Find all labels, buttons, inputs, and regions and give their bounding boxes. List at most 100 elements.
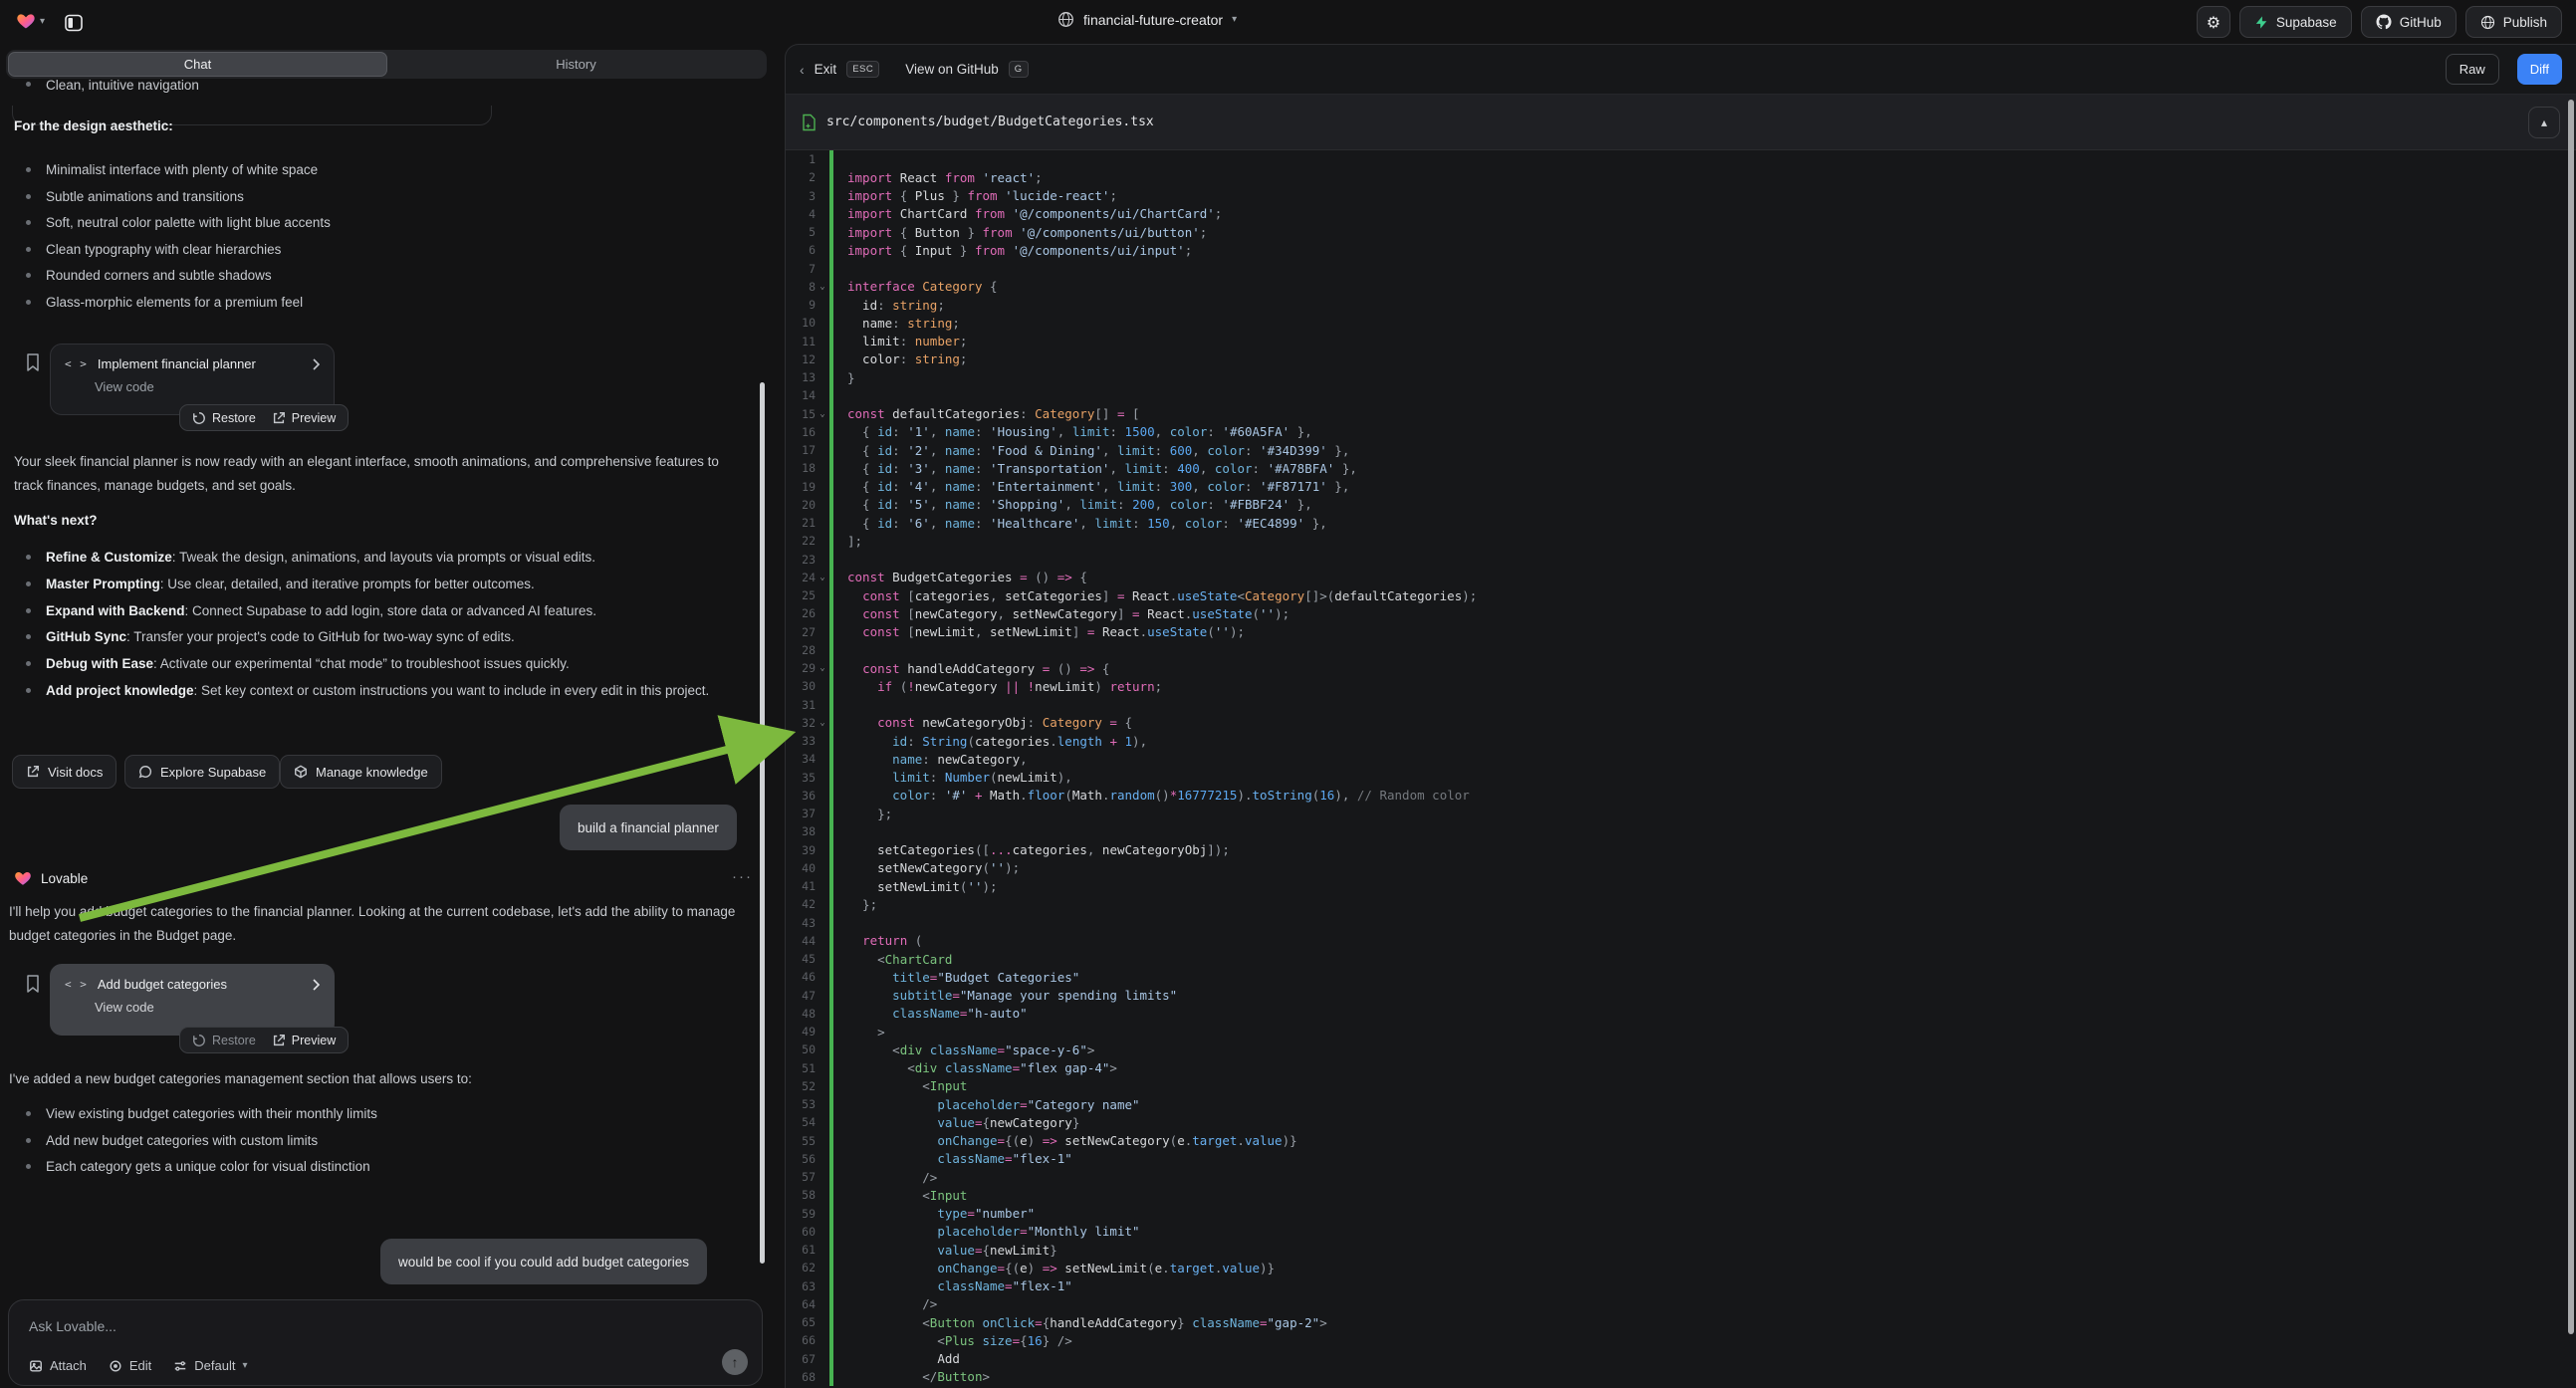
bookmark-icon[interactable]: [25, 352, 41, 372]
code-line: 46 title="Budget Categories": [786, 968, 2576, 986]
panel-icon: [64, 13, 84, 33]
code-line: 24⌄const BudgetCategories = () => {: [786, 569, 2576, 586]
manage-knowledge-button[interactable]: Manage knowledge: [280, 755, 442, 789]
list-item: Add new budget categories with custom li…: [14, 1128, 751, 1155]
assistant-intro-paragraph: I'll help you add budget categories to t…: [9, 900, 751, 948]
code-text: import React from 'react';: [833, 170, 1043, 185]
code-text: setNewCategory('');: [833, 860, 1020, 875]
code-scrollbar[interactable]: [2568, 100, 2574, 1334]
settings-button[interactable]: ⚙: [2197, 6, 2230, 38]
code-line: 45 <ChartCard: [786, 950, 2576, 968]
bookmark-icon[interactable]: [25, 974, 41, 994]
fold-chevron-icon[interactable]: ⌄: [816, 409, 829, 419]
line-number: 1: [786, 152, 816, 166]
explore-supabase-button[interactable]: Explore Supabase: [124, 755, 280, 789]
lovable-logo-menu[interactable]: ▾: [16, 11, 45, 31]
line-number: 4: [786, 207, 816, 221]
code-line: 38: [786, 822, 2576, 840]
fold-chevron-icon[interactable]: ⌄: [816, 663, 829, 673]
list-item: Debug with Ease: Activate our experiment…: [14, 651, 756, 678]
code-line: 27 const [newLimit, setNewLimit] = React…: [786, 623, 2576, 641]
line-number: 62: [786, 1261, 816, 1274]
code-text: limit: Number(newLimit),: [833, 770, 1072, 785]
package-icon: [294, 765, 308, 779]
list-item: GitHub Sync: Transfer your project's cod…: [14, 624, 756, 651]
assistant-name: Lovable: [41, 871, 88, 886]
app-window: ▾ financial-future-creator ▾ ⚙: [0, 0, 2576, 1388]
github-button[interactable]: GitHub: [2361, 6, 2457, 38]
added-summary: I've added a new budget categories manag…: [9, 1067, 751, 1091]
preview-button[interactable]: Preview: [272, 1034, 336, 1047]
attach-button[interactable]: Attach: [29, 1358, 87, 1373]
restore-button[interactable]: Restore: [192, 1034, 256, 1047]
line-number: 53: [786, 1097, 816, 1111]
message-menu-button[interactable]: ···: [732, 868, 753, 885]
chevron-up-icon: ▴: [2541, 116, 2547, 129]
code-line: 64 />: [786, 1295, 2576, 1313]
code-line: 22];: [786, 532, 2576, 550]
line-number: 32: [786, 716, 816, 730]
toggle-sidebar-button[interactable]: [59, 8, 89, 38]
project-switcher[interactable]: financial-future-creator ▾: [1057, 11, 1237, 28]
diff-added-gutter: [829, 551, 833, 569]
code-text: className="flex-1": [833, 1151, 1072, 1166]
chat-scrollbar[interactable]: [760, 382, 765, 1264]
code-text: />: [833, 1170, 937, 1185]
version-card-add-budget-categories[interactable]: < > Add budget categories View code: [50, 964, 335, 1036]
code-line: 3import { Plus } from 'lucide-react';: [786, 187, 2576, 205]
code-text: subtitle="Manage your spending limits": [833, 988, 1177, 1003]
collapse-file-button[interactable]: ▴: [2528, 107, 2560, 138]
code-text: ];: [833, 534, 862, 549]
line-number: 25: [786, 588, 816, 602]
visit-docs-button[interactable]: Visit docs: [12, 755, 117, 789]
send-button[interactable]: ↑: [722, 1349, 748, 1375]
view-code-link[interactable]: View code: [95, 1000, 320, 1015]
diff-added-gutter: [829, 822, 833, 840]
edit-button[interactable]: Edit: [109, 1358, 151, 1373]
supabase-button[interactable]: Supabase: [2239, 6, 2352, 38]
globe-icon: [1057, 11, 1074, 28]
code-line: 55 onChange={(e) => setNewCategory(e.tar…: [786, 1132, 2576, 1150]
code-text: import { Input } from '@/components/ui/i…: [833, 243, 1192, 258]
code-text: <div className="flex gap-4">: [833, 1060, 1117, 1075]
line-number: 17: [786, 443, 816, 457]
line-number: 14: [786, 388, 816, 402]
diff-toggle-button[interactable]: Diff: [2517, 54, 2562, 85]
code-text: className="h-auto": [833, 1006, 1028, 1021]
code-line: 10 name: string;: [786, 314, 2576, 332]
code-line: 35 limit: Number(newLimit),: [786, 769, 2576, 787]
line-number: 11: [786, 335, 816, 348]
diff-added-gutter: [829, 641, 833, 659]
code-line: 66 <Plus size={16} />: [786, 1331, 2576, 1349]
exit-button[interactable]: Exit: [815, 62, 837, 77]
code-line: 57 />: [786, 1168, 2576, 1186]
code-text: const handleAddCategory = () => {: [833, 661, 1109, 676]
chat-input-box[interactable]: Ask Lovable... Attach Edit Default ▾ ↑: [8, 1299, 763, 1386]
fold-chevron-icon[interactable]: ⌄: [816, 573, 829, 582]
publish-button[interactable]: Publish: [2465, 6, 2562, 38]
list-item: Refine & Customize: Tweak the design, an…: [14, 545, 756, 572]
preview-button[interactable]: Preview: [272, 411, 336, 425]
line-number: 33: [786, 734, 816, 748]
code-text: <Button onClick={handleAddCategory} clas…: [833, 1315, 1327, 1330]
fold-chevron-icon[interactable]: ⌄: [816, 282, 829, 292]
restore-button[interactable]: Restore: [192, 411, 256, 425]
code-line: 33 id: String(categories.length + 1),: [786, 732, 2576, 750]
line-number: 63: [786, 1279, 816, 1293]
fold-chevron-icon[interactable]: ⌄: [816, 718, 829, 728]
line-number: 59: [786, 1207, 816, 1221]
code-line: 8⌄interface Category {: [786, 278, 2576, 296]
view-code-link[interactable]: View code: [95, 379, 320, 394]
code-line: 30 if (!newCategory || !newLimit) return…: [786, 677, 2576, 695]
list-item: View existing budget categories with the…: [14, 1101, 751, 1128]
model-selector[interactable]: Default ▾: [173, 1358, 247, 1373]
file-path-bar[interactable]: src/components/budget/BudgetCategories.t…: [786, 95, 2576, 150]
view-on-github-button[interactable]: View on GitHub: [905, 62, 999, 77]
raw-toggle-button[interactable]: Raw: [2446, 54, 2499, 85]
diff-added-gutter: [829, 150, 833, 168]
version-card-title: Implement financial planner: [98, 356, 303, 371]
code-line: 14: [786, 386, 2576, 404]
diff-added-gutter: [829, 914, 833, 932]
line-number: 58: [786, 1188, 816, 1202]
code-text: name: newCategory,: [833, 752, 1028, 767]
